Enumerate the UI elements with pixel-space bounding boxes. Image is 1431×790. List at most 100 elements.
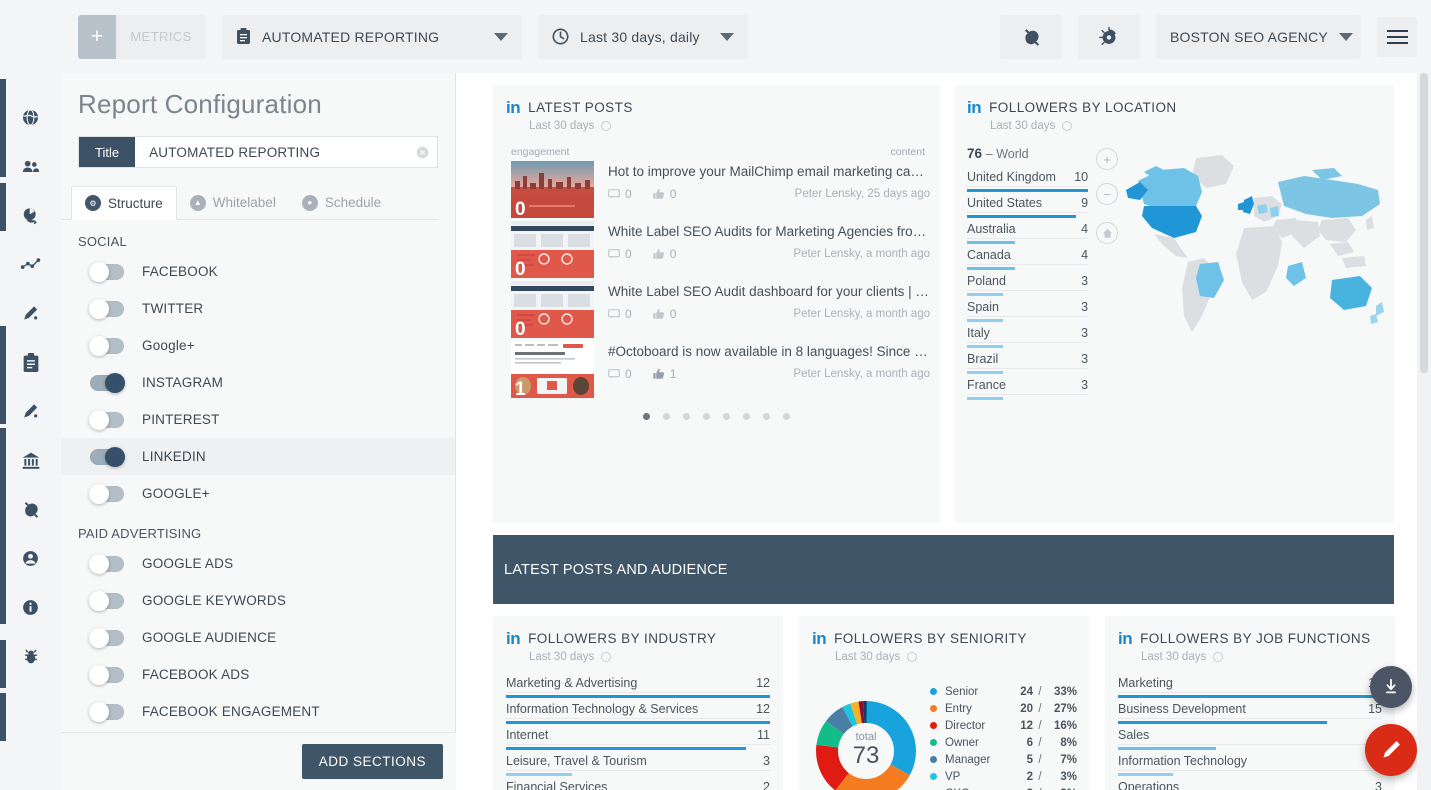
sidebar-item-audience[interactable] [0, 142, 61, 191]
toggle-row-google-keywords[interactable]: GOOGLE KEYWORDS [61, 582, 455, 619]
toggle-row-facebook[interactable]: FACEBOOK [61, 253, 455, 290]
sidebar-item-edit[interactable] [0, 289, 61, 338]
map-zoom-in-button[interactable]: + [1096, 148, 1119, 170]
comment-icon [608, 189, 620, 199]
legend-percent: 8% [1060, 736, 1077, 749]
date-range-select[interactable]: Last 30 days, daily [538, 14, 748, 59]
group-label-social: SOCIAL [78, 234, 127, 249]
sidebar-item-globe[interactable] [0, 93, 61, 142]
list-item[interactable]: 0 White Label SEO Audits for Marketing A… [493, 221, 940, 279]
table-row: Financial Services 2 [506, 780, 770, 790]
world-map[interactable] [1126, 146, 1394, 404]
sidebar-item-agency[interactable] [0, 436, 61, 485]
toggle-instagram[interactable] [90, 372, 125, 393]
pager-dot[interactable] [763, 413, 770, 420]
toggle-row-pinterest[interactable]: PINTEREST [61, 401, 455, 438]
add-sections-button[interactable]: ADD SECTIONS [301, 744, 443, 779]
toggle-linkedin[interactable] [90, 446, 125, 467]
sidebar-item-funnel[interactable] [0, 240, 61, 289]
location-bar [967, 293, 1004, 296]
scrollbar-thumb[interactable] [1420, 73, 1428, 373]
toggle-googleplus-2[interactable] [89, 483, 124, 504]
post-body: Hot to improve your MailChimp email mark… [608, 161, 930, 201]
toggle-facebook-engagement[interactable] [89, 701, 124, 722]
user-icon [23, 551, 38, 566]
pager-dot[interactable] [703, 413, 710, 420]
table-row: Australia 4 [967, 222, 1089, 244]
section-banner: LATEST POSTS AND AUDIENCE [493, 535, 1394, 604]
info-dot-icon[interactable] [1062, 121, 1073, 131]
connectors-button[interactable] [1000, 14, 1062, 59]
carousel-pager[interactable] [493, 413, 940, 420]
info-dot-icon[interactable] [601, 121, 612, 131]
info-dot-icon[interactable] [1213, 652, 1224, 662]
map-zoom-out-button[interactable]: − [1096, 183, 1119, 205]
list-item[interactable]: 1 #Octoboard is now available in 8 langu… [493, 341, 940, 399]
toggle-twitter[interactable] [89, 298, 124, 319]
title-input[interactable]: AUTOMATED REPORTING [135, 137, 407, 167]
toggle-google-keywords[interactable] [89, 590, 124, 611]
card-subtitle-text: Last 30 days [1141, 651, 1207, 663]
sidebar-item-compose[interactable] [0, 387, 61, 436]
toggle-row-google-audience[interactable]: GOOGLE AUDIENCE [61, 619, 455, 656]
toggle-row-facebook-engagement[interactable]: FACEBOOK ENGAGEMENT [61, 693, 455, 730]
list-item[interactable]: 0 White Label SEO Audit dashboard for yo… [493, 281, 940, 339]
dashboard-board: in LATEST POSTS Last 30 days engagement … [456, 73, 1431, 790]
donut-chart[interactable]: total 73 [816, 701, 916, 790]
sidebar-item-support[interactable] [0, 632, 61, 681]
toggle-facebook[interactable] [89, 261, 124, 282]
sidebar-item-connectors[interactable] [0, 485, 61, 534]
puzzle-pie-icon [1099, 26, 1116, 45]
edit-report-button[interactable] [1365, 724, 1417, 776]
toggle-google-audience[interactable] [89, 627, 124, 648]
toggle-knob [89, 483, 109, 504]
toggle-row-facebook-ads[interactable]: FACEBOOK ADS [61, 656, 455, 693]
report-select[interactable]: AUTOMATED REPORTING [222, 14, 522, 59]
pager-dot[interactable] [783, 413, 790, 420]
list-item[interactable]: 0 Hot to improve your MailChimp email ma… [493, 161, 940, 219]
pager-dot[interactable] [683, 413, 690, 420]
location-value: 3 [1081, 378, 1089, 392]
location-bar [967, 215, 1076, 218]
comment-icon [608, 309, 620, 319]
toggle-row-googleplus-2[interactable]: GOOGLE+ [61, 475, 455, 512]
industry-name: Internet [506, 728, 549, 742]
sidebar-item-reports[interactable] [0, 338, 61, 387]
toggle-row-googleplus-1[interactable]: Google+ [61, 327, 455, 364]
toggle-row-twitter[interactable]: TWITTER [61, 290, 455, 327]
pager-dot[interactable] [643, 413, 650, 420]
clear-icon[interactable] [407, 137, 437, 167]
main-menu-button[interactable] [1377, 16, 1417, 57]
toggle-pinterest[interactable] [89, 409, 124, 430]
vertical-scrollbar[interactable] [1417, 73, 1431, 790]
tab-structure[interactable]: ⚙ Structure [71, 186, 177, 220]
download-report-button[interactable] [1370, 666, 1412, 708]
toggle-googleplus-1[interactable] [89, 335, 124, 356]
pencil-icon [24, 306, 38, 320]
pager-dot[interactable] [723, 413, 730, 420]
agency-select[interactable]: BOSTON SEO AGENCY [1156, 14, 1361, 59]
map-controls: + − [1088, 146, 1126, 404]
tab-schedule[interactable]: ● Schedule [289, 186, 394, 219]
toggle-facebook-ads[interactable] [89, 664, 124, 685]
integrations-button[interactable] [1078, 14, 1140, 59]
map-home-button[interactable] [1096, 222, 1119, 244]
tab-whitelabel[interactable]: ▲ Whitelabel [177, 186, 289, 219]
card-subtitle: Last 30 days [799, 651, 1089, 663]
toggle-row-instagram[interactable]: INSTAGRAM [61, 364, 455, 401]
toggle-row-linkedin[interactable]: LINKEDIN [61, 438, 455, 475]
location-name: Brazil [967, 352, 999, 366]
sidebar-item-account[interactable] [0, 534, 61, 583]
sidebar-item-info[interactable] [0, 583, 61, 632]
legend-color-dot [930, 722, 937, 729]
pager-dot[interactable] [743, 413, 750, 420]
pager-dot[interactable] [663, 413, 670, 420]
metrics-button[interactable]: + METRICS [78, 14, 206, 59]
toggle-google-ads[interactable] [89, 553, 124, 574]
industry-name: Financial Services [506, 780, 608, 790]
group-label-paid-advertising: PAID ADVERTISING [78, 526, 202, 541]
toggle-row-google-ads[interactable]: GOOGLE ADS [61, 545, 455, 582]
info-dot-icon[interactable] [907, 652, 918, 662]
info-dot-icon[interactable] [601, 652, 612, 662]
sidebar-item-analytics[interactable] [0, 191, 61, 240]
